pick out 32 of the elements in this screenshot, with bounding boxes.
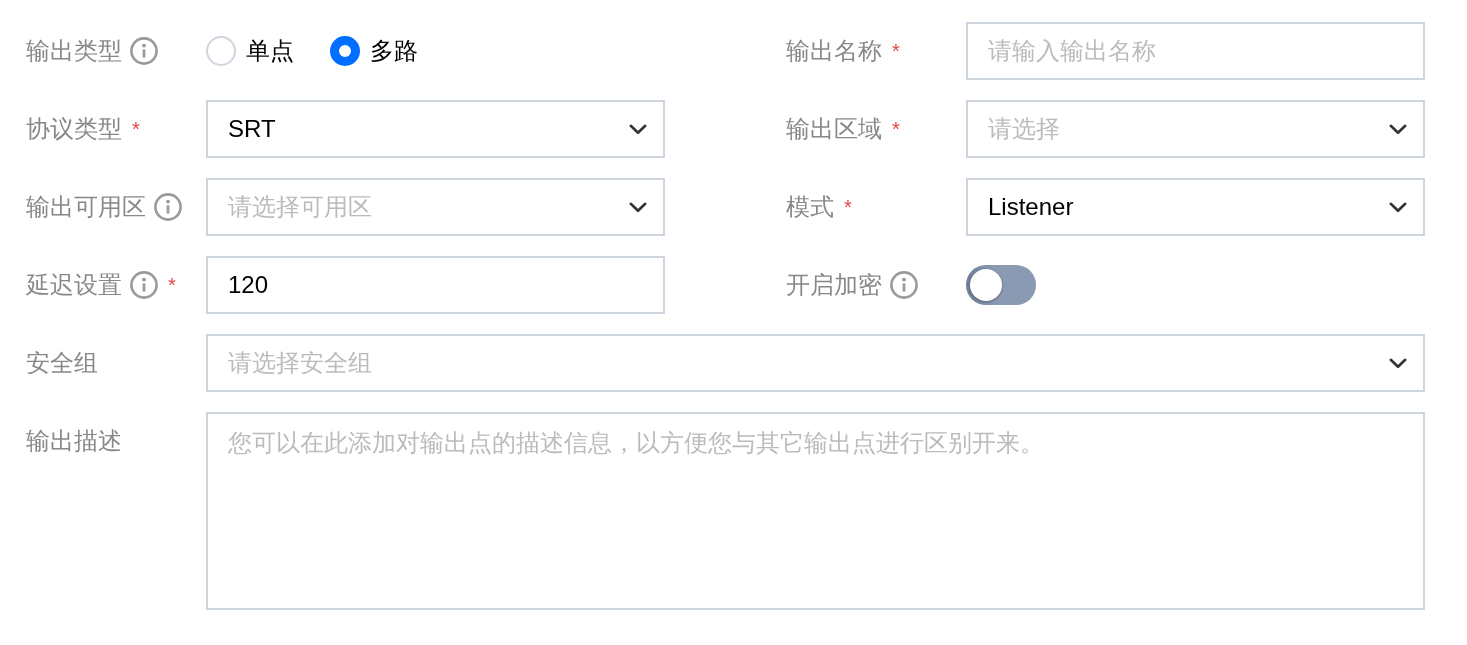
field-label: 输出描述 bbox=[26, 426, 122, 456]
field-label: 安全组 bbox=[26, 348, 98, 378]
field-label: 模式 bbox=[786, 192, 834, 222]
chevron-down-icon bbox=[1389, 123, 1407, 135]
toggle-switch[interactable] bbox=[966, 265, 1036, 305]
chevron-down-icon bbox=[1389, 201, 1407, 213]
field-label: 输出区域 bbox=[786, 114, 882, 144]
select-field[interactable]: Listener bbox=[966, 178, 1425, 236]
textarea-field[interactable]: 您可以在此添加对输出点的描述信息，以方便您与其它输出点进行区别开来。 bbox=[206, 412, 1425, 610]
field-label: 输出可用区 bbox=[26, 192, 146, 222]
info-icon[interactable] bbox=[130, 271, 158, 299]
required-mark: * bbox=[132, 117, 140, 141]
chevron-down-icon bbox=[1389, 357, 1407, 369]
input-field[interactable]: 120 bbox=[206, 256, 665, 314]
required-mark: * bbox=[892, 117, 900, 141]
radio-option[interactable]: 多路 bbox=[330, 35, 418, 67]
chevron-down-icon bbox=[629, 201, 647, 213]
input-field[interactable]: 请输入输出名称 bbox=[966, 22, 1425, 80]
field-label: 开启加密 bbox=[786, 270, 882, 300]
info-icon[interactable] bbox=[890, 271, 918, 299]
required-mark: * bbox=[892, 39, 900, 63]
required-mark: * bbox=[168, 273, 176, 297]
radio-option[interactable]: 单点 bbox=[206, 35, 294, 67]
required-mark: * bbox=[844, 195, 852, 219]
select-field[interactable]: SRT bbox=[206, 100, 665, 158]
field-label: 协议类型 bbox=[26, 114, 122, 144]
field-label: 输出名称 bbox=[786, 36, 882, 66]
chevron-down-icon bbox=[629, 123, 647, 135]
info-icon[interactable] bbox=[154, 193, 182, 221]
field-label: 输出类型 bbox=[26, 36, 122, 66]
info-icon[interactable] bbox=[130, 37, 158, 65]
field-label: 延迟设置 bbox=[26, 270, 122, 300]
